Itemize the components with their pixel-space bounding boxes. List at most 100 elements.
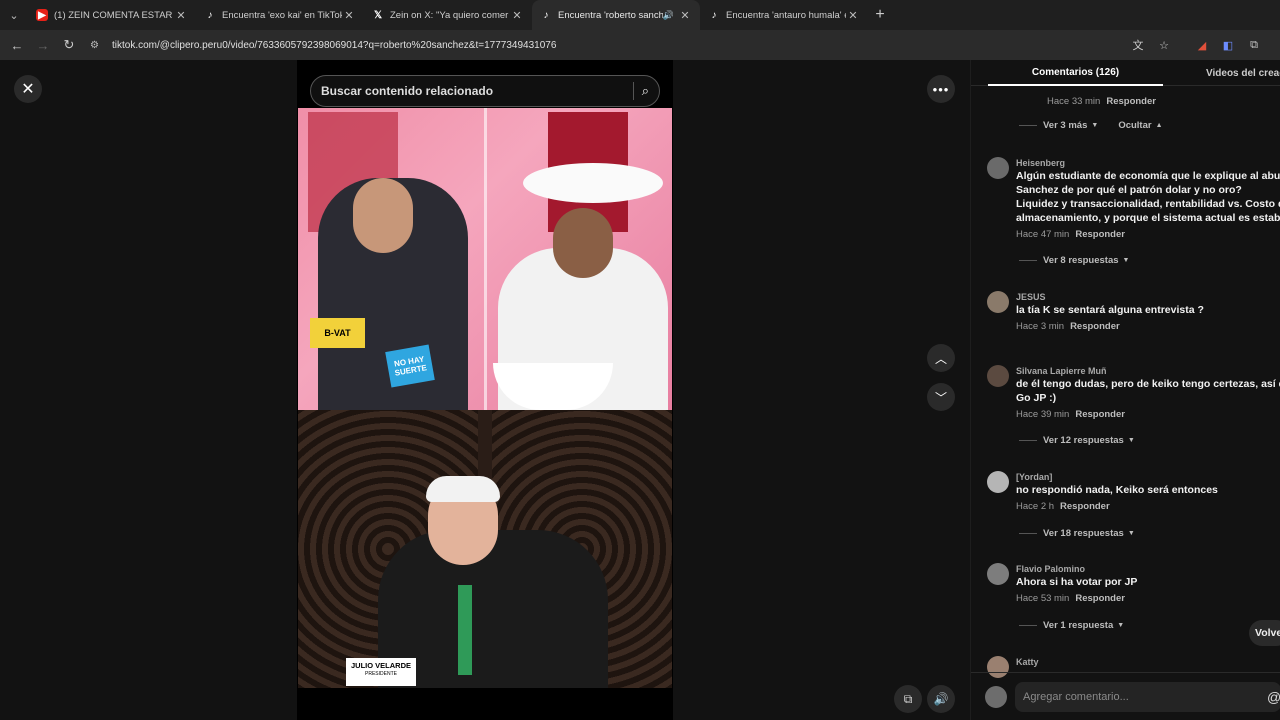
comment-time: Hace 3 min (1016, 321, 1065, 332)
indent-line (1019, 125, 1037, 126)
related-search-input[interactable] (321, 84, 625, 98)
view-more-row: Ver 3 más ▼ Ocultar ▲ (1019, 120, 1163, 131)
more-options-icon[interactable]: ••• (927, 75, 955, 103)
previous-video-chevron-up-icon[interactable]: ︿ (927, 344, 955, 372)
comment-text: Algún estudiante de economía que le expl… (1016, 170, 1280, 182)
reply-button[interactable]: Responder (1075, 409, 1125, 420)
view-replies-row: Ver 12 respuestas ▼ (1019, 435, 1135, 446)
forward-arrow-icon[interactable]: → (30, 32, 56, 58)
extension-translate-icon[interactable]: ◧ (1220, 37, 1236, 53)
view-replies-button[interactable]: Ver 1 respuesta (1043, 620, 1113, 631)
url-field[interactable]: ⚙ tiktok.com/@clipero.peru0/video/763360… (90, 34, 1130, 56)
comment-text: la tía K se sentará alguna entrevista ? (1016, 304, 1204, 316)
comment-time: Hace 2 h (1016, 501, 1055, 512)
comment-text: almacenamiento, y porque el sistema actu… (1016, 212, 1280, 224)
add-comment-input[interactable]: Agregar comentario... (1015, 681, 1280, 712)
translate-icon[interactable]: 文 (1130, 37, 1146, 53)
tab-comments[interactable]: Comentarios (126) (988, 60, 1163, 86)
video-frame-podcast: B-VAT NO HAY SUERTE (298, 108, 672, 410)
tab-close-icon[interactable]: ✕ (510, 9, 524, 22)
comment-username[interactable]: Flavio Palomino (1016, 563, 1280, 575)
avatar[interactable] (987, 471, 1009, 493)
close-icon[interactable]: ✕ (14, 75, 42, 103)
new-tab-icon[interactable]: + (868, 6, 892, 24)
chevron-up-icon: ▲ (1155, 122, 1163, 129)
avatar (985, 685, 1007, 708)
comment-username[interactable]: JESUS (1016, 291, 1280, 303)
view-replies-button[interactable]: Ver 12 respuestas (1043, 435, 1124, 446)
comment-text: Go JP :) (1016, 392, 1057, 404)
youtube-icon: ▶ (36, 9, 48, 21)
chevron-down-icon: ▼ (1127, 437, 1135, 444)
video-sticker: NO HAY SUERTE (385, 344, 435, 388)
search-icon[interactable]: ⌕ (642, 83, 649, 99)
address-bar-row: ← → ↻ ⚙ tiktok.com/@clipero.peru0/video/… (0, 30, 1280, 60)
browser-tab[interactable]: ▶ (1) ZEIN COMENTA ESTAR TRIS ✕ (28, 0, 196, 30)
browser-tab[interactable]: ♪ Encuentra 'exo kai' en TikTok | B ✕ (196, 0, 364, 30)
browser-tab[interactable]: 𝕏 Zein on X: "Ya quiero comer pe ✕ (364, 0, 532, 30)
browser-tab[interactable]: ♪ Encuentra 'antauro humala' en ✕ (700, 0, 868, 30)
tab-title: Zein on X: "Ya quiero comer pe (390, 9, 510, 21)
tab-title: Encuentra 'antauro humala' en (726, 9, 846, 21)
reply-button[interactable]: Responder (1060, 501, 1110, 512)
browser-tab-active[interactable]: ♪ Encuentra 'roberto sanchez 🔊 ✕ (532, 0, 700, 30)
comment-time: Hace 53 min (1016, 593, 1070, 604)
tiktok-icon: ♪ (711, 9, 717, 21)
reply-button[interactable]: Responder (1070, 321, 1120, 332)
speaker-icon[interactable]: 🔊 (663, 10, 674, 21)
extension-red-icon[interactable]: ◢ (1194, 37, 1210, 53)
comment-username[interactable]: Silvana Lapierre Muñ (1016, 365, 1280, 377)
tab-creator-videos[interactable]: Videos del creador (1206, 60, 1280, 86)
floating-player-icon[interactable]: ⧉ (894, 685, 922, 713)
comment-username[interactable]: Heisenberg (1016, 157, 1280, 169)
indent-line (1019, 533, 1037, 534)
tab-close-icon[interactable]: ✕ (846, 9, 860, 22)
tab-close-icon[interactable]: ✕ (342, 9, 356, 22)
x-icon: 𝕏 (373, 9, 383, 21)
panel-tabs: Comentarios (126) Videos del creador (971, 60, 1280, 86)
avatar[interactable] (987, 365, 1009, 387)
tab-title: (1) ZEIN COMENTA ESTAR TRIS (54, 9, 174, 21)
comment-username[interactable]: [Yordan] (1016, 471, 1280, 483)
comment-username[interactable]: Katty (1016, 656, 1280, 668)
comment-time: Hace 33 min (1047, 96, 1101, 107)
nameplate-name: JULIO VELARDE (350, 661, 411, 670)
mention-at-icon[interactable]: @ (1267, 689, 1280, 705)
tiktok-video-page: ✕ B-VAT NO HAY SUERTE JULIO VELARDE PRES… (0, 60, 1280, 720)
back-to-video-button[interactable]: Volver (1249, 620, 1280, 646)
host-head (353, 178, 413, 253)
tab-title: Encuentra 'roberto sanchez (558, 9, 663, 21)
reply-button[interactable]: Responder (1075, 229, 1125, 240)
avatar[interactable] (987, 291, 1009, 313)
view-replies-button[interactable]: Ver 18 respuestas (1043, 528, 1124, 539)
comment-time: Hace 39 min (1016, 409, 1070, 420)
split-divider (484, 108, 487, 410)
tiktok-icon: ♪ (543, 9, 549, 21)
avatar[interactable] (987, 563, 1009, 585)
tab-search-chevron-icon[interactable]: ⌄ (0, 0, 28, 30)
tab-title: Encuentra 'exo kai' en TikTok | B (222, 9, 342, 21)
video-player[interactable]: B-VAT NO HAY SUERTE JULIO VELARDE PRESID… (297, 60, 673, 720)
tab-close-icon[interactable]: ✕ (678, 9, 692, 22)
tiktok-icon: ♪ (207, 9, 213, 21)
reply-button[interactable]: Responder (1075, 593, 1125, 604)
reload-icon[interactable]: ↻ (56, 32, 82, 58)
tab-close-icon[interactable]: ✕ (174, 9, 188, 22)
hide-replies-button[interactable]: Ocultar (1118, 120, 1151, 131)
chevron-down-icon: ▼ (1091, 122, 1099, 129)
avatar[interactable] (987, 157, 1009, 179)
extensions-puzzle-icon[interactable]: ⧉ (1246, 37, 1262, 53)
site-info-icon[interactable]: ⚙ (90, 40, 106, 51)
reply-button[interactable]: Responder (1106, 96, 1156, 107)
view-more-button[interactable]: Ver 3 más (1043, 120, 1087, 131)
bookmark-star-icon[interactable]: ☆ (1156, 37, 1172, 53)
volume-icon[interactable]: 🔊 (927, 685, 955, 713)
view-replies-button[interactable]: Ver 8 respuestas (1043, 255, 1119, 266)
next-video-chevron-down-icon[interactable]: ﹀ (927, 383, 955, 411)
chevron-down-icon: ▼ (1127, 530, 1135, 537)
guest-hat (523, 163, 663, 203)
comment-text: no respondió nada, Keiko será entonces (1016, 484, 1218, 496)
browser-tab-strip: ⌄ ▶ (1) ZEIN COMENTA ESTAR TRIS ✕ ♪ Encu… (0, 0, 1280, 30)
back-arrow-icon[interactable]: ← (4, 32, 30, 58)
view-replies-row: Ver 1 respuesta ▼ (1019, 620, 1124, 631)
